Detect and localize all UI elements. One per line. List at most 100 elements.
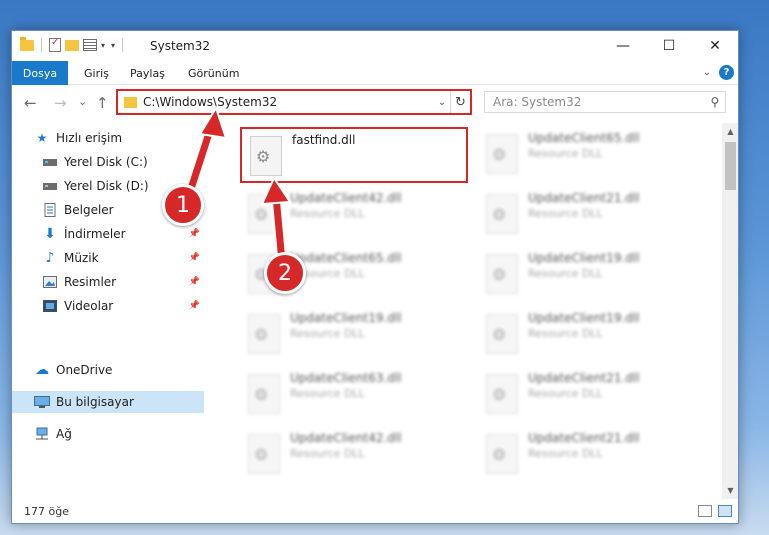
- address-bar[interactable]: C:\Windows\System32 ⌄ ↻: [116, 89, 472, 115]
- window-title: System32: [150, 39, 211, 53]
- forward-button[interactable]: →: [54, 94, 67, 112]
- sidebar-item-network[interactable]: Ağ: [12, 423, 204, 445]
- file-tile[interactable]: UpdateClient19.dll Resource DLL: [478, 307, 698, 361]
- up-button[interactable]: ↑: [96, 94, 109, 112]
- properties-icon[interactable]: [49, 37, 61, 52]
- dll-file-icon: [486, 254, 518, 294]
- navigation-bar: ← → ⌄ ↑ C:\Windows\System32 ⌄ ↻ Ara: Sys…: [12, 86, 738, 120]
- dll-file-icon: [250, 136, 282, 176]
- tiles-view-icon[interactable]: [718, 505, 732, 517]
- file-tile[interactable]: UpdateClient65.dll Resource DLL: [478, 127, 698, 181]
- file-tile[interactable]: UpdateClient19.dll Resource DLL: [478, 247, 698, 301]
- document-icon: [42, 202, 58, 218]
- dll-file-icon: [486, 434, 518, 474]
- file-meta: fastfind.dll: [292, 129, 355, 181]
- recent-locations-button[interactable]: ⌄: [78, 95, 87, 108]
- pin-icon[interactable]: 📌: [189, 229, 200, 239]
- dll-file-icon: [248, 314, 280, 354]
- navigation-pane: ★ Hızlı erişim Yerel Disk (C:) Yerel Dis…: [12, 123, 206, 499]
- expand-ribbon-icon[interactable]: ⌄: [703, 67, 711, 78]
- file-name: UpdateClient65.dll: [290, 251, 402, 265]
- sidebar-item-label: Ağ: [56, 427, 72, 441]
- tab-view[interactable]: Görünüm: [178, 61, 249, 85]
- tab-file[interactable]: Dosya: [12, 61, 68, 85]
- address-path[interactable]: C:\Windows\System32: [143, 95, 434, 109]
- sidebar-item-label: Müzik: [64, 251, 99, 265]
- sidebar-item-label: Yerel Disk (D:): [64, 179, 149, 193]
- sidebar-item-label: Videolar: [64, 299, 114, 313]
- pin-icon[interactable]: 📌: [189, 301, 200, 311]
- search-icon[interactable]: ⚲: [705, 95, 725, 109]
- dll-file-icon: [486, 194, 518, 234]
- toolbar-divider: [41, 38, 42, 52]
- ribbon: Dosya Giriş Paylaş Görünüm ⌄ ?: [12, 61, 738, 85]
- help-icon[interactable]: ?: [719, 65, 734, 80]
- computer-icon: [34, 394, 50, 410]
- file-type: Resource DLL: [290, 387, 365, 400]
- customize-toolbar-icon[interactable]: ▾: [111, 41, 115, 50]
- scroll-thumb[interactable]: [725, 142, 736, 190]
- drive-icon: [42, 154, 58, 170]
- window-controls: — ☐ ✕: [600, 31, 738, 61]
- minimize-button[interactable]: —: [600, 31, 646, 61]
- tab-home[interactable]: Giriş: [74, 61, 119, 85]
- close-button[interactable]: ✕: [692, 31, 738, 61]
- sidebar-item-onedrive[interactable]: ☁ OneDrive: [12, 359, 204, 381]
- quick-access-toolbar: ▾ ▾: [20, 36, 126, 52]
- sidebar-item-label: OneDrive: [56, 363, 113, 377]
- download-icon: ⬇: [44, 226, 56, 242]
- sidebar-item-this-pc[interactable]: Bu bilgisayar: [12, 391, 204, 413]
- sidebar-item-label: Resimler: [64, 275, 117, 289]
- step-badge-1: 1: [162, 184, 204, 226]
- file-name: UpdateClient42.dll: [290, 431, 402, 445]
- pin-icon[interactable]: 📌: [189, 253, 200, 263]
- toolbar-divider: [122, 38, 124, 52]
- file-tile[interactable]: UpdateClient63.dll Resource DLL: [240, 367, 460, 421]
- file-tile-highlighted[interactable]: fastfind.dll: [240, 127, 468, 183]
- sidebar-item-pictures[interactable]: Resimler 📌: [12, 271, 204, 293]
- title-bar: ▾ ▾ System32 — ☐ ✕: [12, 31, 738, 61]
- file-type: Resource DLL: [528, 207, 603, 220]
- sidebar-item-videos[interactable]: Videolar 📌: [12, 295, 204, 317]
- chevron-down-icon[interactable]: ⌄: [434, 97, 450, 108]
- sidebar-item-quick-access[interactable]: ★ Hızlı erişim: [12, 127, 204, 149]
- vertical-scrollbar[interactable]: ▲ ▼: [722, 123, 738, 499]
- file-tile[interactable]: UpdateClient42.dll Resource DLL: [240, 187, 460, 241]
- item-count: 177 öğe: [24, 505, 69, 518]
- view-switcher: [698, 505, 732, 517]
- music-icon: ♪: [45, 250, 55, 266]
- scroll-down-icon[interactable]: ▼: [722, 482, 738, 499]
- sidebar-item-downloads[interactable]: ⬇ İndirmeler 📌: [12, 223, 204, 245]
- file-tile[interactable]: UpdateClient19.dll Resource DLL: [240, 307, 460, 361]
- sidebar-item-label: Belgeler: [64, 203, 114, 217]
- dll-file-icon: [486, 314, 518, 354]
- video-icon: [42, 298, 58, 314]
- step-badge-2: 2: [264, 252, 306, 294]
- maximize-button[interactable]: ☐: [646, 31, 692, 61]
- pin-icon[interactable]: 📌: [189, 277, 200, 287]
- file-name: UpdateClient42.dll: [290, 191, 402, 205]
- file-name: UpdateClient21.dll: [528, 191, 640, 205]
- file-tile[interactable]: UpdateClient21.dll Resource DLL: [478, 187, 698, 241]
- file-tile[interactable]: UpdateClient21.dll Resource DLL: [478, 367, 698, 421]
- details-view-icon[interactable]: [698, 505, 712, 517]
- new-folder-icon[interactable]: [65, 39, 79, 51]
- search-input[interactable]: Ara: System32: [493, 95, 705, 109]
- sidebar-item-label: Yerel Disk (C:): [64, 155, 148, 169]
- search-box[interactable]: Ara: System32 ⚲: [484, 91, 726, 113]
- file-name: UpdateClient63.dll: [290, 371, 402, 385]
- drive-icon: [42, 178, 58, 194]
- file-name: UpdateClient19.dll: [528, 251, 640, 265]
- tab-share[interactable]: Paylaş: [120, 61, 175, 85]
- refresh-icon[interactable]: ↻: [450, 91, 470, 113]
- dll-file-icon: [248, 434, 280, 474]
- file-tile[interactable]: UpdateClient21.dll Resource DLL: [478, 427, 698, 481]
- sidebar-item-music[interactable]: ♪ Müzik 📌: [12, 247, 204, 269]
- chevron-down-icon[interactable]: ▾: [101, 41, 105, 50]
- file-type: Resource DLL: [290, 207, 365, 220]
- view-list-icon[interactable]: [83, 39, 97, 51]
- sidebar-item-local-disk-c[interactable]: Yerel Disk (C:): [12, 151, 204, 173]
- scroll-up-icon[interactable]: ▲: [722, 123, 738, 140]
- back-button[interactable]: ←: [24, 94, 37, 112]
- file-tile[interactable]: UpdateClient42.dll Resource DLL: [240, 427, 460, 481]
